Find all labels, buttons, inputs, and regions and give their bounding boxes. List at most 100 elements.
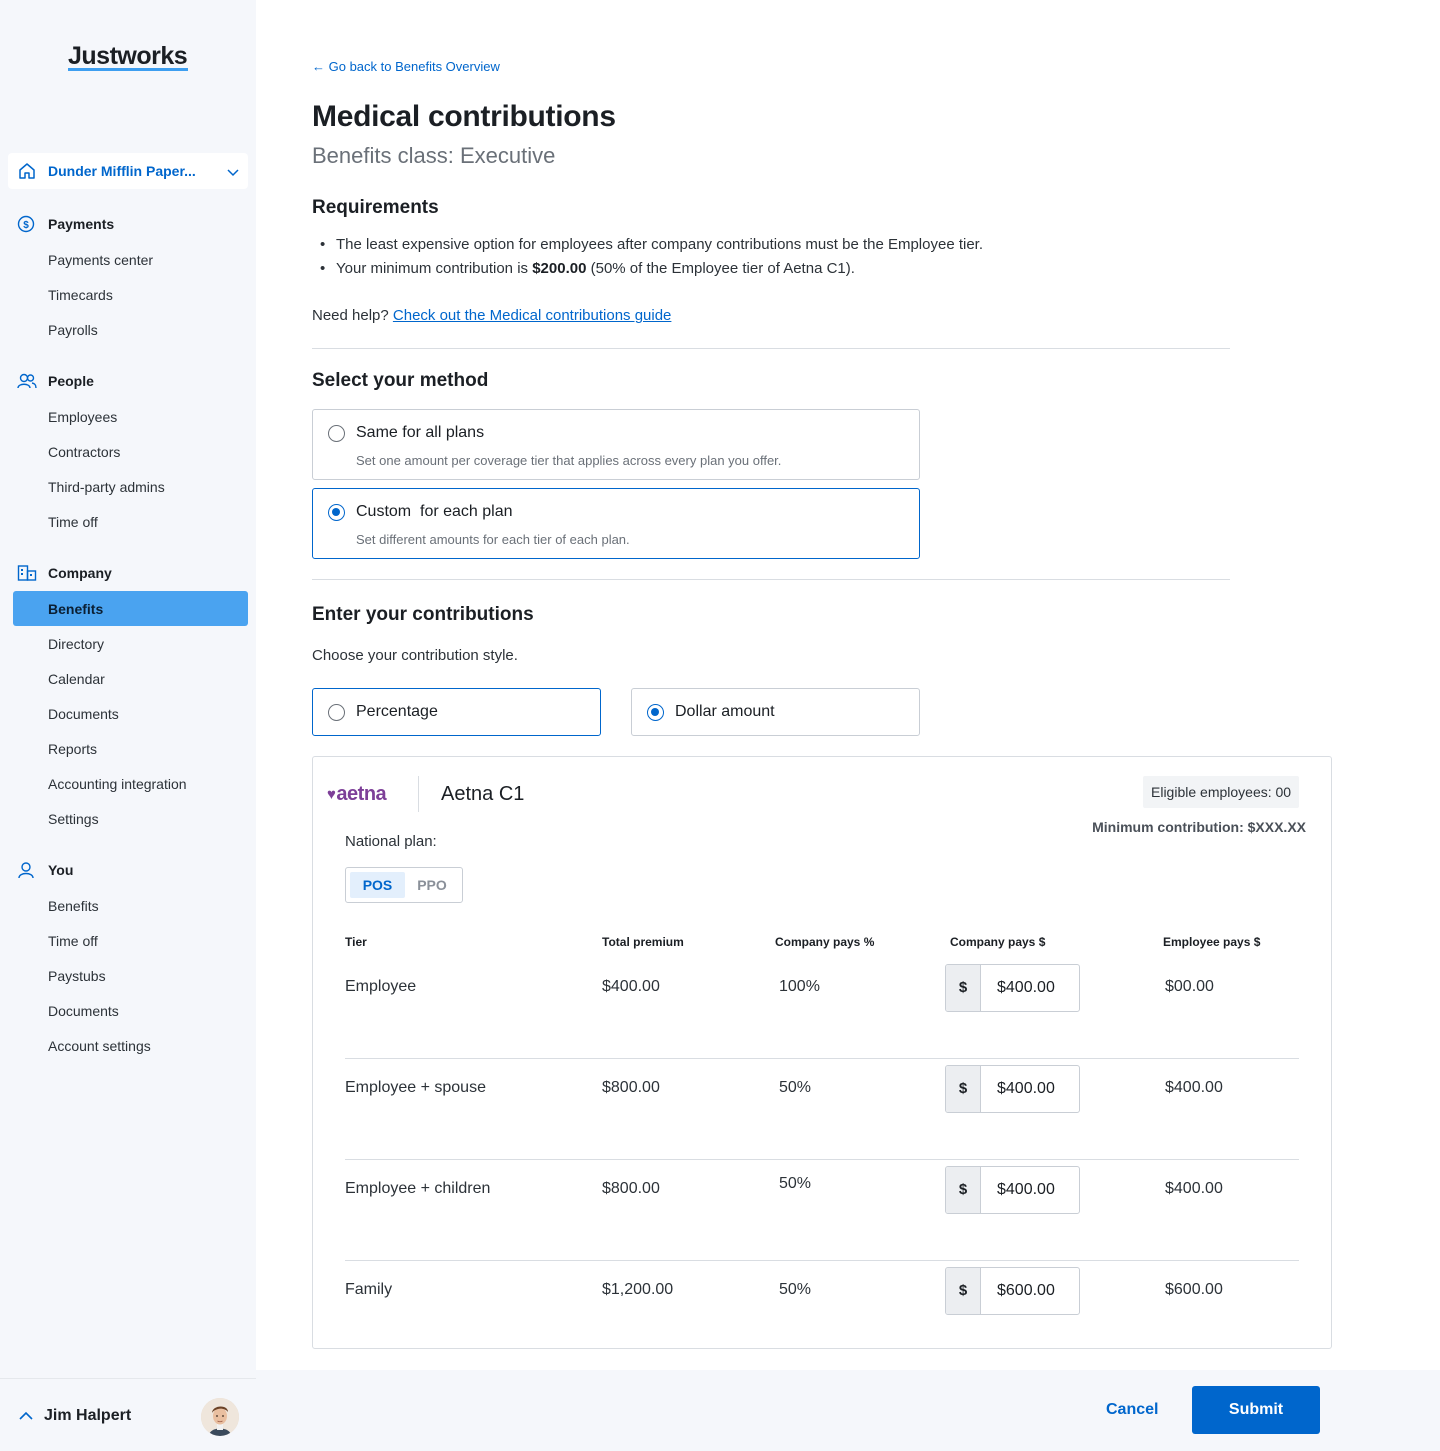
table-row: Employee $400.00 100% $ $400.00 $00.00: [345, 958, 1299, 1059]
aetna-logo: ♥ aetna: [327, 783, 387, 806]
nav-item-my-time-off[interactable]: Time off: [48, 933, 98, 949]
radio-unselected[interactable]: [328, 425, 345, 442]
total-premium-cell: $800.00: [602, 1079, 660, 1096]
page-title: Medical contributions: [312, 100, 616, 133]
dollar-circle-icon: $: [17, 215, 35, 238]
nav-item-account-settings[interactable]: Account settings: [48, 1038, 151, 1054]
company-switcher[interactable]: Dunder Mifflin Paper...: [8, 153, 248, 189]
company-pays-input[interactable]: $ $400.00: [945, 1065, 1080, 1113]
svg-text:$: $: [23, 220, 29, 231]
company-name: Dunder Mifflin Paper...: [48, 163, 196, 179]
nav-item-calendar[interactable]: Calendar: [48, 671, 105, 687]
help-prefix: Need help?: [312, 307, 393, 324]
table-row: Family $1,200.00 50% $ $600.00 $600.00: [345, 1261, 1299, 1362]
column-header-total-premium: Total premium: [602, 935, 684, 949]
employee-pays-cell: $400.00: [1165, 1180, 1223, 1197]
plan-name: Aetna C1: [441, 783, 525, 805]
company-pct-cell: 50%: [779, 1175, 812, 1192]
nav-item-employees[interactable]: Employees: [48, 409, 117, 425]
nav-item-settings[interactable]: Settings: [48, 811, 99, 827]
nav-section-label: Payments: [48, 216, 115, 232]
employee-pays-cell: $600.00: [1165, 1281, 1223, 1298]
total-premium-cell: $400.00: [602, 978, 660, 995]
plan-card: ♥ aetna Aetna C1 Eligible employees: 00 M…: [312, 756, 1332, 1349]
nav-section-label: People: [48, 373, 94, 389]
company-pct-cell: 50%: [779, 1079, 812, 1096]
dollar-prefix: $: [946, 1268, 981, 1314]
method-option-custom[interactable]: Custom for each plan Set different amoun…: [312, 488, 920, 559]
nav-item-contractors[interactable]: Contractors: [48, 444, 120, 460]
page-subtitle: Benefits class: Executive: [312, 143, 556, 168]
column-header-company-dollar: Company pays $: [950, 935, 1046, 949]
building-icon: [17, 564, 37, 587]
chevron-down-icon: [226, 165, 240, 183]
person-icon: [17, 861, 35, 884]
employee-pays-cell: $00.00: [1165, 978, 1214, 995]
nav-item-benefits[interactable]: Benefits: [48, 601, 103, 617]
radio-unselected[interactable]: [328, 704, 345, 721]
company-pays-value[interactable]: $600.00: [997, 1282, 1055, 1300]
heart-icon: ♥: [327, 786, 336, 803]
total-premium-cell: $1,200.00: [602, 1281, 674, 1298]
requirement-item: • Your minimum contribution is $200.00 (5…: [320, 260, 855, 277]
company-pays-value[interactable]: $400.00: [997, 1181, 1055, 1199]
carrier-logo-text: aetna: [336, 783, 387, 805]
contributions-heading: Enter your contributions: [312, 604, 534, 625]
nav-item-time-off[interactable]: Time off: [48, 514, 98, 530]
dollar-prefix: $: [946, 1167, 981, 1213]
nav-item-third-party-admins[interactable]: Third-party admins: [48, 479, 165, 495]
requirements-heading: Requirements: [312, 197, 439, 218]
contributions-guide-link[interactable]: Check out the Medical contributions guid…: [393, 307, 672, 324]
company-pays-input[interactable]: $ $600.00: [945, 1267, 1080, 1315]
company-pays-value[interactable]: $400.00: [997, 1080, 1055, 1098]
radio-selected[interactable]: [647, 704, 664, 721]
contribution-style-prompt: Choose your contribution style.: [312, 647, 518, 664]
cancel-button[interactable]: Cancel: [1106, 1401, 1158, 1419]
justworks-logo[interactable]: Justworks: [68, 42, 188, 71]
nav-item-payments-center[interactable]: Payments center: [48, 252, 153, 268]
total-premium-cell: $800.00: [602, 1180, 660, 1197]
submit-button[interactable]: Submit: [1192, 1386, 1320, 1434]
people-icon: [17, 372, 37, 395]
tier-cell: Employee: [345, 978, 417, 995]
network-option-pos[interactable]: POS: [350, 872, 405, 898]
method-option-desc: Set one amount per coverage tier that ap…: [356, 453, 782, 468]
nav-item-directory[interactable]: Directory: [48, 636, 104, 652]
nav-section-label: You: [48, 862, 74, 878]
nav-item-payrolls[interactable]: Payrolls: [48, 322, 98, 338]
divider: [418, 776, 419, 812]
dollar-prefix: $: [946, 1066, 981, 1112]
company-pct-cell: 50%: [779, 1281, 812, 1298]
national-plan-label: National plan:: [345, 833, 437, 850]
radio-selected[interactable]: [328, 504, 345, 521]
avatar[interactable]: [201, 1398, 239, 1436]
method-option-same[interactable]: Same for all plans Set one amount per co…: [312, 409, 920, 480]
nav-item-documents[interactable]: Documents: [48, 706, 119, 722]
network-option-ppo[interactable]: PPO: [408, 872, 456, 898]
column-header-employee-dollar: Employee pays $: [1163, 935, 1261, 949]
company-pays-input[interactable]: $ $400.00: [945, 1166, 1080, 1214]
column-header-company-pct: Company pays %: [775, 935, 875, 949]
home-icon: [18, 162, 36, 185]
logo-underline: [68, 68, 188, 71]
nav-item-timecards[interactable]: Timecards: [48, 287, 113, 303]
nav-item-my-documents[interactable]: Documents: [48, 1003, 119, 1019]
method-option-desc: Set different amounts for each tier of e…: [356, 532, 630, 547]
company-pays-input[interactable]: $ $400.00: [945, 964, 1080, 1012]
network-toggle: POS PPO: [345, 867, 463, 903]
user-menu[interactable]: Jim Halpert: [0, 1378, 256, 1451]
style-option-dollar[interactable]: Dollar amount: [631, 688, 920, 736]
divider: [312, 579, 1230, 580]
help-text: Need help? Check out the Medical contrib…: [312, 307, 671, 324]
nav-item-accounting-integration[interactable]: Accounting integration: [48, 776, 187, 792]
requirement-text: (50% of the Employee tier of Aetna C1).: [586, 260, 855, 277]
nav-item-reports[interactable]: Reports: [48, 741, 97, 757]
nav-item-paystubs[interactable]: Paystubs: [48, 968, 106, 984]
company-pays-value[interactable]: $400.00: [997, 979, 1055, 997]
user-name: Jim Halpert: [44, 1407, 132, 1424]
style-option-percentage[interactable]: Percentage: [312, 688, 601, 736]
chevron-up-icon: [18, 1409, 34, 1427]
nav-item-my-benefits[interactable]: Benefits: [48, 898, 99, 914]
main-content: ← Go back to Benefits Overview Medical c…: [256, 0, 1440, 1370]
back-to-benefits-link[interactable]: ← Go back to Benefits Overview: [312, 59, 500, 74]
